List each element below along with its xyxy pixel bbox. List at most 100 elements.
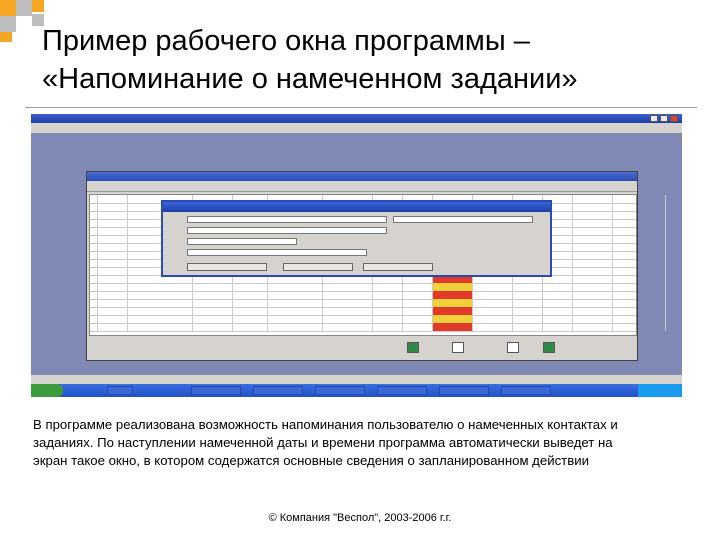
dialog-field <box>393 216 533 223</box>
dialog-button[interactable] <box>187 263 267 271</box>
table-cell <box>473 299 513 307</box>
dialog-button[interactable] <box>363 263 433 271</box>
dialog-field <box>187 227 387 234</box>
table-cell <box>90 323 98 331</box>
table-cell <box>373 315 403 323</box>
table-cell <box>323 307 373 315</box>
table-cell <box>513 283 543 291</box>
table-cell <box>513 323 543 331</box>
table-cell <box>613 227 666 235</box>
table-cell <box>98 203 128 211</box>
table-cell <box>373 299 403 307</box>
taskbar-item[interactable] <box>439 386 489 395</box>
table-cell <box>193 307 233 315</box>
window-maximize-icon[interactable] <box>660 115 668 122</box>
reminder-dialog <box>161 200 552 277</box>
table-cell <box>543 283 573 291</box>
table-cell <box>90 259 98 267</box>
table-cell <box>98 299 128 307</box>
caption-line-1: В программе реализована возможность напо… <box>33 417 618 432</box>
table-cell <box>268 291 323 299</box>
table-cell <box>433 283 473 291</box>
table-cell <box>193 291 233 299</box>
table-cell <box>90 307 98 315</box>
app-titlebar <box>31 114 682 123</box>
table-cell <box>613 243 666 251</box>
taskbar-item[interactable] <box>191 386 241 395</box>
table-cell <box>573 307 613 315</box>
taskbar-item[interactable] <box>253 386 303 395</box>
table-cell <box>268 299 323 307</box>
table-cell <box>268 283 323 291</box>
taskbar-item[interactable] <box>107 386 133 395</box>
table-cell <box>613 299 666 307</box>
table-cell <box>90 211 98 219</box>
table-cell <box>473 283 513 291</box>
table-cell <box>233 283 268 291</box>
table-cell <box>613 275 666 283</box>
table-cell <box>90 227 98 235</box>
table-cell <box>90 219 98 227</box>
table-cell <box>543 291 573 299</box>
table-cell <box>613 211 666 219</box>
taskbar-item[interactable] <box>315 386 365 395</box>
table-cell <box>433 307 473 315</box>
taskbar-item[interactable] <box>377 386 427 395</box>
table-cell <box>573 235 613 243</box>
table-cell <box>373 291 403 299</box>
table-cell <box>513 315 543 323</box>
table-cell <box>90 243 98 251</box>
dialog-field <box>187 238 297 245</box>
taskbar-item[interactable] <box>501 386 551 395</box>
table-cell <box>573 219 613 227</box>
app-screenshot <box>31 114 682 397</box>
table-cell <box>128 283 193 291</box>
slide-title-line-1: Пример рабочего окна программы – <box>42 25 530 57</box>
table-cell <box>433 323 473 331</box>
nav-next-icon[interactable] <box>507 342 519 353</box>
table-cell <box>573 227 613 235</box>
table-cell <box>268 323 323 331</box>
status-bar <box>31 375 682 384</box>
table-cell <box>98 315 128 323</box>
table-cell <box>573 259 613 267</box>
table-cell <box>373 323 403 331</box>
table-cell <box>613 283 666 291</box>
table-cell <box>543 307 573 315</box>
table-cell <box>403 307 433 315</box>
slide-title-line-2: «Напоминание о намеченном задании» <box>42 63 578 95</box>
table-cell <box>403 299 433 307</box>
window-close-icon[interactable] <box>670 115 678 122</box>
table-cell <box>128 291 193 299</box>
table-cell <box>233 323 268 331</box>
table-cell <box>613 259 666 267</box>
table-cell <box>433 315 473 323</box>
table-cell <box>573 323 613 331</box>
nav-first-icon[interactable] <box>407 342 419 353</box>
table-cell <box>193 315 233 323</box>
nav-prev-icon[interactable] <box>452 342 464 353</box>
table-cell <box>90 291 98 299</box>
table-cell <box>268 307 323 315</box>
table-cell <box>90 251 98 259</box>
start-button[interactable] <box>31 384 63 397</box>
child-window-titlebar <box>87 172 637 181</box>
taskbar <box>31 384 682 397</box>
table-cell <box>128 315 193 323</box>
table-cell <box>128 323 193 331</box>
table-cell <box>193 299 233 307</box>
nav-last-icon[interactable] <box>543 342 555 353</box>
table-cell <box>573 203 613 211</box>
window-minimize-icon[interactable] <box>650 115 658 122</box>
table-cell <box>513 307 543 315</box>
table-cell <box>90 283 98 291</box>
table-cell <box>613 267 666 275</box>
app-window-buttons <box>650 115 678 122</box>
table-cell <box>473 323 513 331</box>
table-cell <box>403 323 433 331</box>
table-cell <box>98 291 128 299</box>
dialog-button[interactable] <box>283 263 353 271</box>
table-row[interactable] <box>90 323 666 332</box>
table-cell <box>613 315 666 323</box>
slide-caption: В программе реализована возможность напо… <box>33 416 693 470</box>
